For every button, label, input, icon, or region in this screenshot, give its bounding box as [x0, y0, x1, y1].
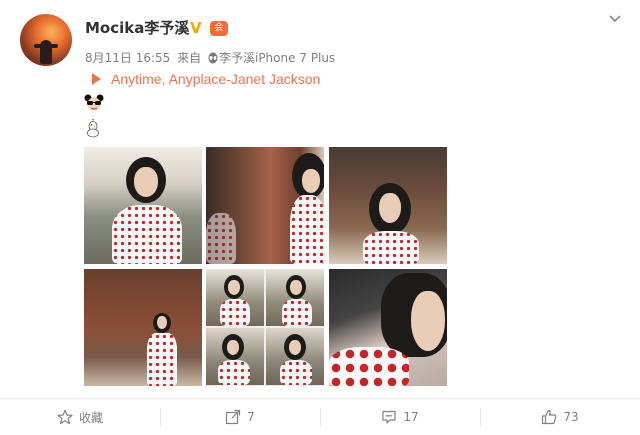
photo-subject-face [228, 280, 240, 295]
alien-icon [208, 52, 218, 64]
action-bar: 收藏 7 17 73 [0, 399, 640, 435]
photo-subject-dress [112, 205, 182, 264]
collage-tile [206, 328, 264, 385]
like-button[interactable]: 73 [480, 399, 640, 435]
device-source[interactable]: 李予溪iPhone 7 Plus [219, 51, 335, 65]
favorite-label: 收藏 [78, 410, 103, 425]
avatar[interactable] [20, 14, 72, 66]
photo-subject-face [289, 340, 301, 355]
thumbs-up-icon [542, 409, 557, 425]
like-count: 73 [563, 410, 579, 424]
photo-subject-dress [280, 360, 312, 385]
photo-4[interactable] [84, 269, 202, 386]
comment-button[interactable]: 17 [320, 399, 480, 435]
collage-tile [206, 269, 264, 326]
mickey-sunglasses-icon [84, 94, 104, 111]
photo-subject-face [379, 193, 401, 223]
music-link[interactable]: Anytime, Anyplace-Janet Jackson [92, 71, 320, 87]
photo-subject-dress [147, 333, 177, 386]
repost-button[interactable]: 7 [160, 399, 320, 435]
play-icon [92, 73, 101, 85]
star-icon [57, 409, 73, 425]
photo-subject-dress [329, 347, 409, 386]
photo-subject-face [290, 280, 302, 295]
photo-3[interactable] [329, 147, 447, 264]
photo-6[interactable] [329, 269, 447, 386]
collage-tile [266, 269, 324, 326]
photo-1[interactable] [84, 147, 202, 264]
photo-subject-face [302, 169, 320, 193]
chicken-icon [87, 119, 99, 138]
photo-subject-reflection [206, 213, 236, 264]
favorite-button[interactable]: 收藏 [0, 399, 160, 435]
post-meta: 8月11日 16:55 来自 李予溪iPhone 7 Plus [85, 49, 335, 66]
photo-subject-dress [218, 360, 250, 385]
photo-subject-face [157, 316, 167, 329]
username[interactable]: Mocika李予溪 [85, 17, 189, 38]
photo-subject-face [227, 340, 239, 355]
from-label: 来自 [177, 51, 202, 65]
song-title: Anytime, Anyplace-Janet Jackson [111, 71, 321, 87]
photo-subject-dress [290, 195, 324, 264]
collage-tile [266, 328, 324, 385]
photo-subject-dress [363, 231, 419, 264]
member-badge-icon[interactable]: 会 [210, 21, 228, 36]
chevron-down-icon[interactable] [608, 12, 622, 26]
photo-subject-dress [282, 299, 312, 326]
comment-count: 17 [403, 410, 419, 424]
repost-count: 7 [247, 410, 255, 424]
photo-5-collage[interactable] [206, 269, 324, 386]
post-timestamp[interactable]: 8月11日 16:55 [85, 51, 170, 65]
photo-subject-face [134, 167, 158, 197]
photo-subject-face [411, 291, 445, 351]
weibo-post-card: Mocika李予溪 V 会 8月11日 16:55 来自 李予溪iPhone 7… [0, 0, 640, 435]
share-icon [226, 409, 241, 425]
photo-subject-dress [220, 299, 250, 326]
photo-2[interactable] [206, 147, 324, 264]
verified-badge-icon: V [190, 19, 202, 37]
comment-icon [382, 410, 396, 424]
